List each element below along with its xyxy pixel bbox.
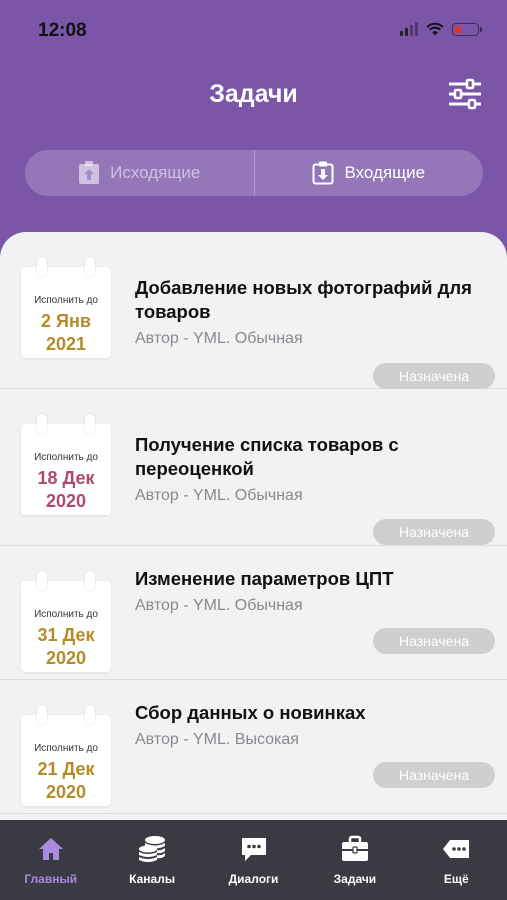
tab-dialogs[interactable]: Диалоги [203,820,304,900]
wifi-icon [426,22,444,36]
due-label: Исполнить до [34,609,98,620]
calendar-icon: Исполнить до 18 Дек 2020 [21,414,111,515]
status-badge: Назначена [373,762,495,788]
briefcase-icon [341,835,368,861]
direction-switch: Исходящие Входящие [25,150,483,196]
due-date: 2 Янв [41,311,91,331]
due-date: 21 Дек [37,759,95,779]
tab-bar: Главный Каналы Диалоги Задачи Ещё [0,820,507,900]
filter-button[interactable] [447,76,483,112]
task-title: Получение списка товаров с переоценкой [135,434,399,479]
task-item[interactable]: Исполнить до 18 Дек 2020 Получение списк… [0,389,507,546]
due-date: 31 Дек [37,625,95,645]
tab-label: Диалоги [228,872,279,886]
tab-tasks[interactable]: Задачи [304,820,405,900]
status-badge: Назначена [373,628,495,654]
calendar-icon: Исполнить до 2 Янв 2021 [21,257,111,358]
task-title: Сбор данных о новинках [135,702,366,723]
task-meta: Автор - YML. Обычная [135,487,303,504]
tab-label: Ещё [443,872,469,886]
due-label: Исполнить до [34,452,98,463]
tab-outgoing[interactable]: Исходящие [25,150,255,196]
task-item[interactable]: Исполнить до 31 Дек 2020 Изменение парам… [0,546,507,680]
tab-label: Каналы [129,872,176,886]
tab-home[interactable]: Главный [0,820,101,900]
status-badge: Назначена [373,363,495,389]
tab-incoming-label: Входящие [344,163,426,182]
sliders-icon [449,78,481,110]
tab-more[interactable]: Ещё [406,820,507,900]
status-badge: Назначена [373,519,495,545]
calendar-icon: Исполнить до 21 Дек 2020 [21,705,111,806]
page-title: Задачи [209,80,298,108]
battery-icon [452,22,482,36]
due-date: 18 Дек [37,468,95,488]
due-label: Исполнить до [34,743,98,754]
home-icon [38,838,63,860]
due-label: Исполнить до [34,295,98,306]
tab-channels[interactable]: Каналы [101,820,202,900]
task-list: Исполнить до 2 Янв 2021 Добавление новых… [0,232,507,820]
task-item[interactable]: Исполнить до 21 Дек 2020 Сбор данных о н… [0,680,507,814]
status-bar: 12:08 [0,0,507,60]
signal-icon [400,22,418,36]
task-item[interactable]: Исполнить до 2 Янв 2021 Добавление новых… [0,232,507,389]
clipboard-download-icon [312,161,334,185]
status-icons [400,22,482,36]
task-meta: Автор - YML. Обычная [135,597,303,614]
task-meta: Автор - YML. Обычная [135,330,303,347]
task-title: Изменение параметров ЦПТ [135,568,394,589]
header: Задачи [0,60,507,140]
clipboard-upload-icon [79,161,100,184]
due-year: 2020 [45,782,87,802]
status-time: 12:08 [38,20,87,41]
calendar-icon: Исполнить до 31 Дек 2020 [21,571,111,672]
due-year: 2020 [45,648,87,668]
tab-incoming[interactable]: Входящие [255,150,484,196]
task-title: Добавление новых фотографий для товаров [135,277,472,322]
due-year: 2021 [45,334,87,354]
tab-outgoing-label: Исходящие [110,163,201,182]
tab-label: Задачи [333,872,377,886]
coins-icon [139,836,166,862]
task-meta: Автор - YML. Высокая [135,731,299,748]
tab-label: Главный [24,872,78,886]
due-year: 2020 [45,491,87,511]
more-icon [443,840,470,858]
chat-icon [241,838,266,861]
